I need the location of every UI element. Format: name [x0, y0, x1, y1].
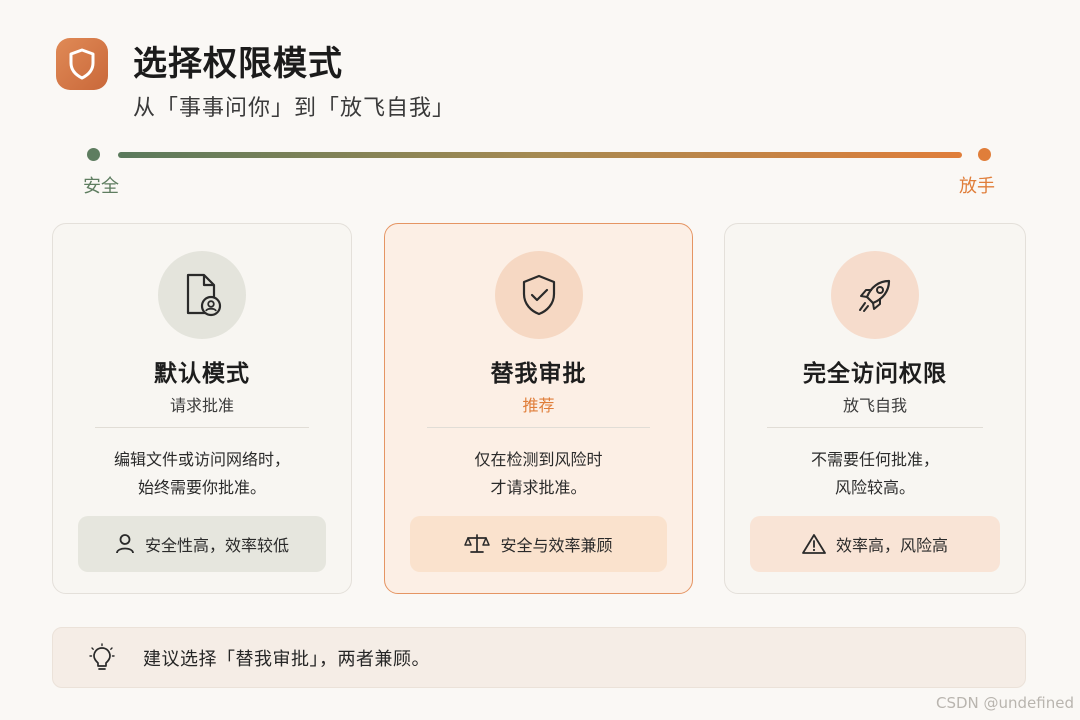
page-title: 选择权限模式 [133, 44, 343, 84]
watermark: CSDN @undefined [935, 694, 1074, 712]
card-description: 仅在检测到风险时 才请求批准。 [385, 446, 692, 502]
recommendation-tip: 建议选择「替我审批」，两者兼顾。 [52, 627, 1026, 688]
tip-text: 建议选择「替我审批」，两者兼顾。 [143, 648, 430, 670]
card-desc-line: 编辑文件或访问网络时， [113, 450, 290, 469]
card-summary-pill: 安全性高，效率较低 [78, 516, 326, 572]
card-desc-line: 仅在检测到风险时 [474, 450, 603, 469]
card-tag: 放飞自我 [842, 396, 907, 415]
card-desc-line: 风险较高。 [834, 478, 915, 497]
balance-scale-icon [464, 534, 491, 553]
shield-icon [69, 48, 95, 80]
card-title: 默认模式 [154, 361, 250, 387]
slider-end-dot [978, 148, 991, 161]
app-logo [56, 38, 108, 90]
slider-label-letgo: 放手 [959, 176, 995, 197]
card-description: 不需要任何批准， 风险较高。 [725, 446, 1025, 502]
card-summary-pill: 效率高，风险高 [750, 516, 1000, 572]
card-pill-text: 安全与效率兼顾 [500, 536, 613, 555]
person-icon [116, 534, 134, 554]
card-title: 替我审批 [490, 361, 587, 387]
document-user-icon [186, 273, 222, 317]
card-description: 编辑文件或访问网络时， 始终需要你批准。 [53, 446, 351, 502]
card-pill-text: 效率高，风险高 [835, 536, 948, 555]
slider-label-safe: 安全 [83, 176, 119, 197]
card-divider [95, 427, 309, 428]
permission-slider-track[interactable] [118, 152, 962, 158]
mode-card-auto-approve[interactable]: 替我审批 推荐 仅在检测到风险时 才请求批准。 安全与效率兼顾 [384, 223, 693, 594]
card-tag: 请求批准 [169, 396, 234, 415]
shield-check-icon [522, 274, 555, 316]
recommended-badge: 推荐 [522, 396, 555, 415]
warning-icon [802, 534, 826, 554]
card-title: 完全访问权限 [803, 361, 947, 387]
mode-card-full-access[interactable]: 完全访问权限 放飞自我 不需要任何批准， 风险较高。 效率高，风险高 [724, 223, 1026, 594]
card-divider [767, 427, 983, 428]
card-summary-pill: 安全与效率兼顾 [410, 516, 667, 572]
card-icon-circle [158, 251, 246, 339]
rocket-icon [859, 279, 891, 312]
slider-start-dot [87, 148, 100, 161]
mode-card-default[interactable]: 默认模式 请求批准 编辑文件或访问网络时， 始终需要你批准。 安全性高，效率较低 [52, 223, 352, 594]
lightbulb-icon-wrap [89, 642, 115, 673]
page-subtitle: 从「事事问你」到「放飞自我」 [133, 96, 456, 121]
card-desc-line: 才请求批准。 [490, 478, 587, 497]
card-pill-text: 安全性高，效率较低 [144, 536, 289, 555]
card-desc-line: 始终需要你批准。 [137, 478, 266, 497]
card-divider [427, 427, 650, 428]
card-desc-line: 不需要任何批准， [810, 450, 939, 469]
card-icon-circle [831, 251, 919, 339]
card-icon-circle [494, 251, 583, 339]
lightbulb-icon [89, 642, 115, 670]
